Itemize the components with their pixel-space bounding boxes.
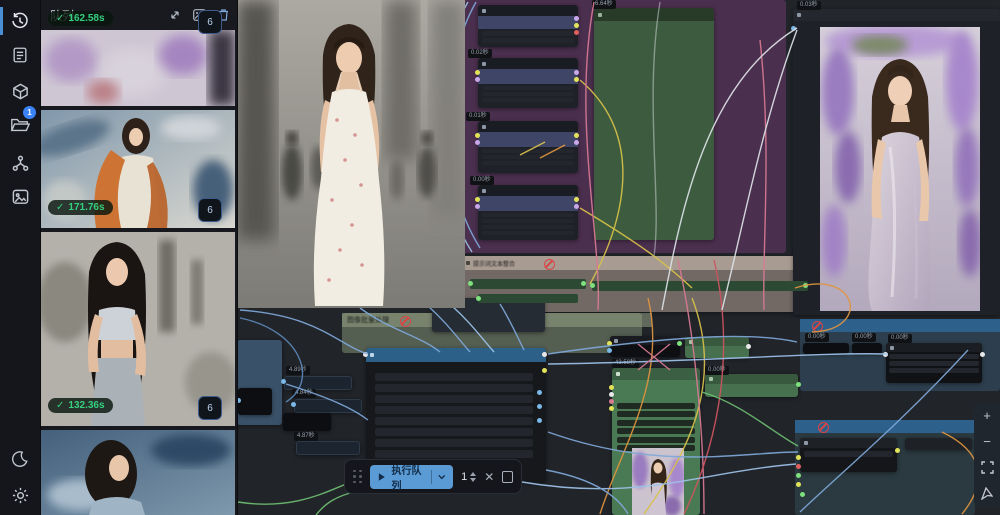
node-green-small[interactable] bbox=[685, 337, 749, 358]
node-indigo-4[interactable] bbox=[478, 185, 578, 240]
photo-wisteria[interactable] bbox=[820, 27, 980, 311]
log-icon bbox=[11, 46, 29, 64]
node-title: 提示词文本整合 bbox=[473, 259, 515, 268]
node-indigo-3[interactable] bbox=[478, 121, 578, 173]
exec-time-tag: 0.00秒 bbox=[852, 333, 876, 342]
node-collapsed[interactable] bbox=[803, 343, 849, 354]
history-icon bbox=[10, 11, 30, 31]
folder-badge: 1 bbox=[23, 106, 36, 119]
node-collapsed[interactable] bbox=[284, 376, 352, 390]
check-icon: ✓ bbox=[56, 13, 64, 24]
exec-time-tag: 0.00秒 bbox=[705, 366, 729, 375]
exec-time-tag: 0.00秒 bbox=[888, 334, 912, 343]
node-collapsed[interactable] bbox=[294, 399, 362, 413]
node-collapsed[interactable] bbox=[905, 438, 972, 450]
node-note[interactable] bbox=[594, 8, 714, 240]
exec-time-tag: 4.84秒 bbox=[292, 389, 316, 398]
sidebar-item-gallery[interactable] bbox=[0, 180, 40, 214]
moon-icon bbox=[11, 450, 29, 468]
socket-dot[interactable] bbox=[803, 283, 808, 288]
socket-dot[interactable] bbox=[476, 296, 481, 301]
photo-street-preview[interactable] bbox=[237, 0, 465, 308]
zoom-in-button[interactable]: + bbox=[983, 409, 991, 422]
image-icon bbox=[11, 188, 30, 206]
gear-icon bbox=[11, 486, 30, 505]
node-indigo-2[interactable] bbox=[478, 58, 578, 108]
sidebar-item-settings[interactable] bbox=[0, 478, 40, 512]
queue-item-time-badge: ✓ 171.76s bbox=[48, 200, 113, 215]
queue-panel: 队列 ✓ 162.58s 6 bbox=[40, 0, 238, 515]
queue-item-time-badge: ✓ 162.58s bbox=[48, 11, 113, 26]
queue-item-count-badge[interactable]: 6 bbox=[198, 198, 222, 222]
node-sampler-green[interactable] bbox=[612, 368, 700, 515]
run-toolbar: 执行队列 1 ✕ bbox=[344, 459, 522, 494]
group-title: 图像批量处理 bbox=[347, 315, 389, 325]
sidebar-item-log[interactable] bbox=[0, 38, 40, 72]
queue-item-count-badge[interactable]: 6 bbox=[198, 396, 222, 420]
node-indigo-1[interactable] bbox=[478, 5, 578, 47]
exec-time-tag: 0.00秒 bbox=[805, 333, 829, 342]
node-image-preview-right[interactable] bbox=[793, 9, 1000, 315]
sidebar-item-models[interactable] bbox=[0, 74, 40, 108]
exec-time-tag: 0.01秒 bbox=[466, 112, 490, 121]
socket-dot[interactable] bbox=[590, 283, 595, 288]
node-collapsed-wide[interactable] bbox=[800, 438, 897, 472]
exec-time-tag: 0.02秒 bbox=[468, 49, 492, 58]
activity-bar: 1 bbox=[0, 0, 41, 515]
node-black-box[interactable] bbox=[283, 413, 331, 431]
widget-bar[interactable] bbox=[478, 294, 578, 303]
chevron-down-icon[interactable] bbox=[438, 474, 445, 480]
node-right-dark[interactable] bbox=[886, 343, 982, 383]
sidebar-item-workflows-folder[interactable]: 1 bbox=[0, 108, 40, 142]
stop-button[interactable] bbox=[502, 471, 513, 483]
exec-time-tag: 43.58秒 bbox=[612, 359, 639, 368]
package-icon bbox=[11, 82, 30, 101]
select-cursor-icon[interactable] bbox=[981, 487, 993, 500]
exec-time-tag: 4.87秒 bbox=[294, 432, 318, 441]
increment-icon[interactable] bbox=[470, 472, 476, 476]
queue-item-image[interactable] bbox=[41, 430, 235, 515]
clear-queue-button[interactable]: ✕ bbox=[484, 470, 494, 484]
batch-count-value: 1 bbox=[461, 471, 467, 483]
socket-dot[interactable] bbox=[468, 281, 473, 286]
run-queue-button[interactable]: 执行队列 bbox=[370, 465, 453, 489]
queue-item-time-badge: ✓ 132.36s bbox=[48, 398, 113, 413]
bypass-icon bbox=[812, 321, 823, 332]
bypass-icon bbox=[818, 422, 829, 433]
widget-bar[interactable] bbox=[592, 281, 808, 291]
check-icon: ✓ bbox=[56, 202, 64, 213]
queue-item-image[interactable] bbox=[41, 30, 235, 106]
bypass-icon bbox=[400, 316, 411, 327]
node-green-wide[interactable] bbox=[705, 374, 798, 397]
zoom-out-button[interactable]: − bbox=[983, 435, 991, 448]
queue-item-count-badge[interactable]: 6 bbox=[198, 10, 222, 34]
check-icon: ✓ bbox=[56, 400, 64, 411]
run-queue-label: 执行队列 bbox=[391, 462, 424, 492]
decrement-icon[interactable] bbox=[470, 478, 476, 482]
widget-bar[interactable] bbox=[470, 279, 586, 289]
node-black-box[interactable] bbox=[238, 388, 272, 415]
canvas-zoom-toolbar: + − bbox=[974, 402, 1000, 507]
workflow-icon bbox=[11, 154, 30, 173]
batch-count-stepper[interactable]: 1 bbox=[461, 471, 476, 483]
app-window: 提示词文本整合 图像批量处理 0.02秒 0.01秒 bbox=[0, 0, 1000, 515]
exec-time-tag: 0.00秒 bbox=[470, 176, 494, 185]
exec-time-tag: 0.03秒 bbox=[797, 1, 821, 10]
node-black[interactable] bbox=[610, 336, 680, 357]
drag-handle[interactable] bbox=[353, 470, 362, 484]
exec-time-tag: 4.89秒 bbox=[286, 366, 310, 375]
sidebar-item-theme[interactable] bbox=[0, 442, 40, 476]
socket-dot[interactable] bbox=[581, 281, 586, 286]
sidebar-item-node-library[interactable] bbox=[0, 146, 40, 180]
play-icon bbox=[378, 472, 385, 482]
node-collapsed[interactable] bbox=[296, 441, 360, 455]
sidebar-item-history[interactable] bbox=[0, 4, 40, 38]
node-image-preview-wisteria-small[interactable] bbox=[632, 448, 684, 515]
node-collapsed[interactable] bbox=[852, 343, 882, 354]
exec-time-tag: 6.64秒 bbox=[592, 0, 616, 9]
fit-view-icon[interactable] bbox=[981, 461, 994, 474]
expand-icon[interactable] bbox=[169, 9, 181, 21]
bypass-icon bbox=[544, 259, 555, 270]
node-icon bbox=[466, 261, 470, 265]
